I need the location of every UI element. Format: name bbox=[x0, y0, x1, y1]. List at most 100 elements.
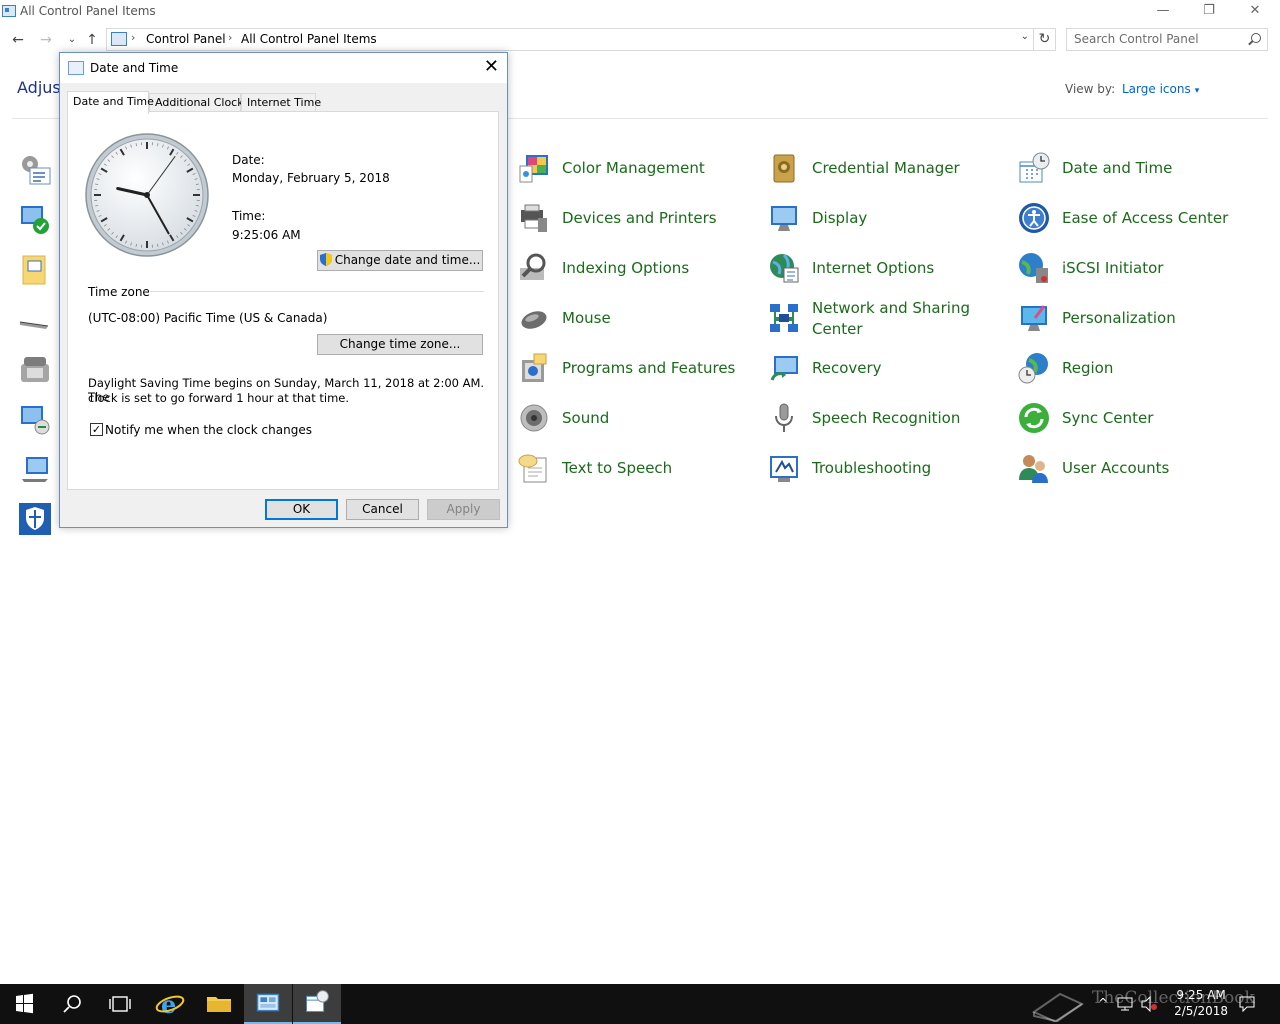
item-display[interactable]: Display bbox=[768, 198, 867, 238]
control-panel-icon bbox=[2, 5, 16, 17]
control-panel-taskbar-icon[interactable] bbox=[244, 984, 292, 1024]
item-label: Internet Options bbox=[812, 258, 935, 277]
up-arrow-icon[interactable]: ↑ bbox=[82, 30, 102, 50]
item-devices-and-printers[interactable]: Devices and Printers bbox=[518, 198, 717, 238]
indexing-options-icon bbox=[520, 253, 546, 280]
mouse-icon bbox=[521, 311, 547, 329]
action-center-icon[interactable] bbox=[18, 202, 52, 236]
internet-explorer-icon[interactable]: e bbox=[146, 984, 194, 1024]
chevron-down-icon[interactable]: ⌄ bbox=[1021, 31, 1029, 42]
item-label: Mouse bbox=[562, 308, 611, 327]
sound-icon bbox=[520, 404, 548, 432]
close-button[interactable]: ✕ bbox=[1232, 0, 1278, 24]
item-speech-recognition[interactable]: Speech Recognition bbox=[768, 398, 960, 438]
region-icon bbox=[1018, 353, 1048, 384]
item-date-and-time[interactable]: Date and Time bbox=[1018, 148, 1172, 188]
search-icon[interactable] bbox=[48, 984, 96, 1024]
keyboard-icon[interactable] bbox=[18, 302, 52, 336]
search-input[interactable] bbox=[1074, 29, 1244, 49]
tab-date-and-time[interactable]: Date and Time bbox=[67, 91, 154, 114]
window-title: All Control Panel Items bbox=[20, 4, 156, 18]
internet-options-icon bbox=[770, 253, 799, 283]
item-network-and-sharing-center[interactable]: Network and Sharing Center bbox=[768, 298, 982, 344]
item-text-to-speech[interactable]: Text to Speech bbox=[518, 448, 672, 488]
refresh-icon[interactable]: ↻ bbox=[1034, 28, 1056, 51]
action-center-notification-icon[interactable] bbox=[1238, 995, 1256, 1013]
item-label: Recovery bbox=[812, 358, 882, 377]
tab-additional-clocks[interactable]: Additional Clocks bbox=[149, 93, 249, 113]
time-label: Time: bbox=[232, 209, 266, 223]
taskbar: e TheCollectionBook ^ 9:25 AM 2/5/2018 bbox=[0, 984, 1280, 1024]
start-button-icon[interactable] bbox=[0, 984, 48, 1024]
time-value: 9:25:06 AM bbox=[232, 228, 301, 242]
tab-internet-time[interactable]: Internet Time bbox=[241, 93, 321, 113]
notify-checkbox[interactable]: ✓ bbox=[90, 423, 103, 436]
item-troubleshooting[interactable]: Troubleshooting bbox=[768, 448, 931, 488]
item-iscsi-initiator[interactable]: iSCSI Initiator bbox=[1018, 248, 1163, 288]
analog-clock bbox=[85, 133, 209, 257]
network-icon[interactable] bbox=[1116, 996, 1134, 1012]
item-color-management[interactable]: Color Management bbox=[518, 148, 705, 188]
dialog-close-button[interactable]: ✕ bbox=[484, 57, 499, 77]
network-sharing-icon bbox=[770, 304, 798, 332]
administrative-tools-icon[interactable] bbox=[18, 152, 52, 186]
remoteapp-icon[interactable] bbox=[18, 402, 52, 436]
maximize-button[interactable]: ❐ bbox=[1186, 0, 1232, 24]
system-clock[interactable]: 9:25 AM 2/5/2018 bbox=[1174, 987, 1228, 1019]
tray-date: 2/5/2018 bbox=[1174, 1004, 1228, 1018]
breadcrumb-control-panel[interactable]: Control Panel bbox=[146, 32, 226, 46]
forward-arrow-icon[interactable]: → bbox=[36, 30, 56, 50]
show-hidden-icons-icon[interactable]: ^ bbox=[1098, 996, 1108, 1010]
search-icon[interactable] bbox=[1251, 33, 1261, 43]
item-label: Network and Sharing Center bbox=[812, 299, 970, 338]
date-time-taskbar-icon[interactable] bbox=[293, 984, 341, 1024]
windows-defender-icon[interactable] bbox=[18, 502, 52, 536]
recovery-icon bbox=[770, 356, 798, 381]
item-region[interactable]: Region bbox=[1018, 348, 1113, 388]
item-ease-of-access-center[interactable]: Ease of Access Center bbox=[1018, 198, 1228, 238]
address-field[interactable]: › Control Panel › All Control Panel Item… bbox=[106, 28, 1034, 51]
item-label: Color Management bbox=[562, 158, 705, 177]
item-label: Date and Time bbox=[1062, 158, 1173, 177]
file-explorer-icon[interactable] bbox=[195, 984, 243, 1024]
recent-locations-icon[interactable]: ⌄ bbox=[62, 30, 82, 50]
item-label: Text to Speech bbox=[562, 458, 673, 477]
item-recovery[interactable]: Recovery bbox=[768, 348, 882, 388]
item-personalization[interactable]: Personalization bbox=[1018, 298, 1176, 338]
date-value: Monday, February 5, 2018 bbox=[232, 171, 390, 185]
task-view-icon[interactable] bbox=[96, 984, 144, 1024]
dialog-titlebar: Date and Time ✕ bbox=[60, 53, 507, 83]
item-mouse[interactable]: Mouse bbox=[518, 298, 611, 338]
default-programs-icon[interactable] bbox=[18, 252, 52, 286]
change-date-time-button[interactable]: Change date and time... bbox=[317, 250, 483, 271]
item-indexing-options[interactable]: Indexing Options bbox=[518, 248, 689, 288]
system-icon[interactable] bbox=[18, 452, 52, 486]
control-panel-icon bbox=[111, 32, 127, 46]
date-label: Date: bbox=[232, 153, 265, 167]
item-label: Sound bbox=[562, 408, 610, 427]
volume-muted-icon[interactable] bbox=[1140, 996, 1158, 1012]
ok-button[interactable]: OK bbox=[265, 499, 338, 520]
change-timezone-button[interactable]: Change time zone... bbox=[317, 334, 483, 355]
view-by-value: Large icons bbox=[1122, 82, 1191, 96]
date-time-dialog: Date and Time ✕ Date and Time Additional… bbox=[59, 52, 508, 528]
breadcrumb-all-items[interactable]: All Control Panel Items bbox=[241, 32, 377, 46]
item-user-accounts[interactable]: User Accounts bbox=[1018, 448, 1169, 488]
ease-of-access-icon bbox=[1019, 203, 1049, 233]
item-sync-center[interactable]: Sync Center bbox=[1018, 398, 1153, 438]
item-label: Region bbox=[1062, 358, 1114, 377]
cancel-button[interactable]: Cancel bbox=[346, 499, 419, 520]
apply-button[interactable]: Apply bbox=[427, 499, 500, 520]
minimize-button[interactable]: — bbox=[1140, 0, 1186, 24]
item-label: Devices and Printers bbox=[562, 208, 717, 227]
view-by-dropdown[interactable]: Large icons ▾ bbox=[1122, 82, 1199, 96]
notify-checkbox-label[interactable]: Notify me when the clock changes bbox=[105, 423, 312, 437]
item-programs-and-features[interactable]: Programs and Features bbox=[518, 348, 735, 388]
back-arrow-icon[interactable]: ← bbox=[8, 30, 28, 50]
item-sound[interactable]: Sound bbox=[518, 398, 609, 438]
item-credential-manager[interactable]: Credential Manager bbox=[768, 148, 960, 188]
iscsi-initiator-icon bbox=[1019, 253, 1048, 283]
item-internet-options[interactable]: Internet Options bbox=[768, 248, 934, 288]
date-time-icon bbox=[1019, 152, 1050, 183]
phone-modem-icon[interactable] bbox=[18, 352, 52, 386]
